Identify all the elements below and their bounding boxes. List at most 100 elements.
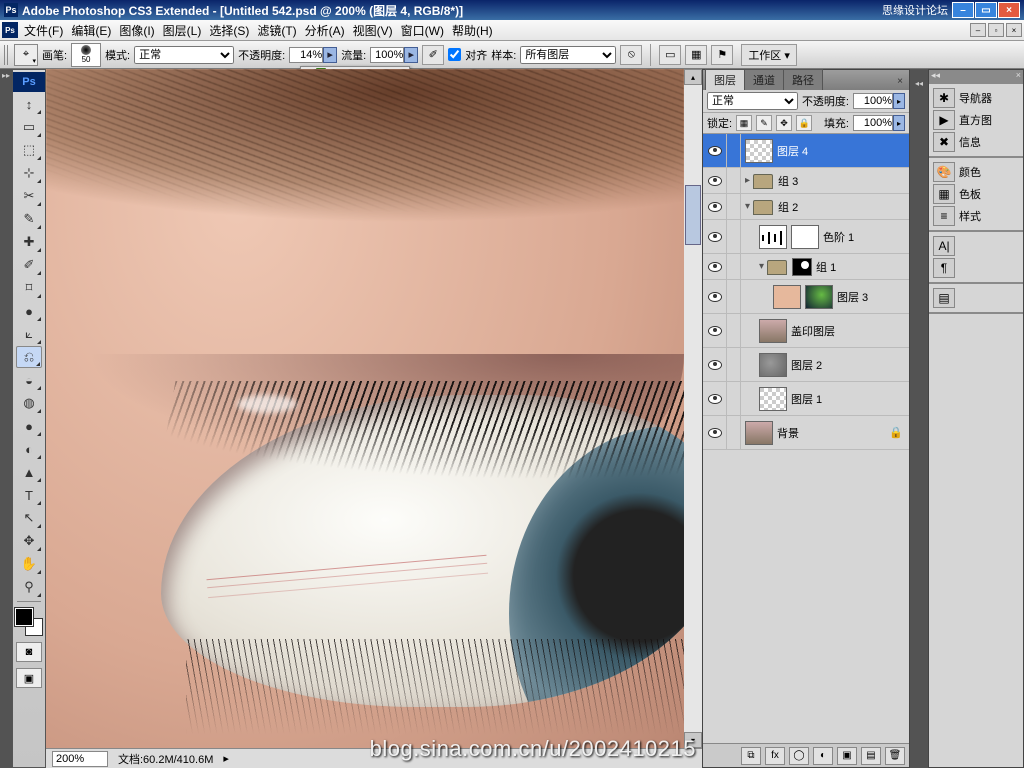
menu-item[interactable]: 选择(S) — [205, 20, 253, 41]
flow-input[interactable] — [370, 47, 404, 63]
layer-blend-select[interactable]: 正常 — [707, 92, 798, 110]
layer-name[interactable]: 背景 — [777, 425, 799, 441]
layer-thumb[interactable] — [759, 319, 787, 343]
foreground-color-swatch[interactable] — [15, 608, 33, 626]
scroll-up-button[interactable]: ▴ — [684, 69, 702, 85]
tool-button[interactable]: ◍ — [16, 392, 42, 414]
layer-row[interactable]: 图层 2 — [703, 348, 909, 382]
layer-mask-button[interactable]: ◯ — [789, 747, 809, 765]
mask-thumb[interactable] — [792, 258, 812, 276]
tool-button[interactable]: ◐ — [16, 438, 42, 460]
mask-thumb[interactable] — [805, 285, 833, 309]
tool-button[interactable]: ✚ — [16, 231, 42, 253]
doc-minimize-button[interactable]: – — [970, 23, 986, 37]
doc-info[interactable]: 文档:60.2M/410.6M — [118, 751, 213, 767]
panel-collapsed-item[interactable]: A| — [933, 236, 1019, 256]
visibility-toggle[interactable] — [703, 254, 727, 279]
tab-channels[interactable]: 通道 — [744, 69, 784, 90]
layer-name[interactable]: 图层 3 — [837, 289, 868, 305]
palette-well-3[interactable]: ⚑ — [711, 45, 733, 65]
tool-button[interactable]: ● — [16, 300, 42, 322]
tool-button[interactable]: ✐ — [16, 254, 42, 276]
layer-row[interactable]: ▸组 3 — [703, 168, 909, 194]
panel-collapsed-item[interactable]: ¶ — [933, 258, 1019, 278]
layer-fx-button[interactable]: fx — [765, 747, 785, 765]
tool-button[interactable]: ▲ — [16, 461, 42, 483]
dock-left-toggle[interactable]: ▸▸ — [0, 69, 12, 768]
visibility-toggle[interactable] — [703, 134, 727, 167]
tool-button[interactable]: ▭ — [16, 116, 42, 138]
visibility-toggle[interactable] — [703, 280, 727, 313]
disclosure-icon[interactable]: ▸ — [745, 175, 750, 186]
ignore-adjust-button[interactable]: ⦸ — [620, 45, 642, 65]
doc-close-button[interactable]: × — [1006, 23, 1022, 37]
menu-item[interactable]: 窗口(W) — [397, 20, 448, 41]
layer-opacity-arrow[interactable]: ▸ — [893, 93, 905, 109]
menu-item[interactable]: 图像(I) — [115, 20, 158, 41]
fill-arrow[interactable]: ▸ — [893, 115, 905, 131]
layer-name[interactable]: 盖印图层 — [791, 323, 835, 339]
layer-name[interactable]: 图层 1 — [791, 391, 822, 407]
tool-button[interactable]: ✥ — [16, 530, 42, 552]
flow-arrow-icon[interactable]: ▸ — [404, 47, 418, 63]
panel-collapsed-item[interactable]: ▶直方图 — [933, 110, 1019, 130]
tool-button[interactable]: ◒ — [16, 369, 42, 391]
tool-button[interactable]: ✋ — [16, 553, 42, 575]
tool-button[interactable]: ↕ — [16, 93, 42, 115]
layer-row[interactable]: 图层 3 — [703, 280, 909, 314]
close-button[interactable]: × — [998, 2, 1020, 18]
color-swatches[interactable] — [15, 608, 43, 636]
tool-button[interactable]: ⊹ — [16, 162, 42, 184]
link-layers-button[interactable]: ⧉ — [741, 747, 761, 765]
visibility-toggle[interactable] — [703, 314, 727, 347]
panel-collapsed-item[interactable]: ✱导航器 — [933, 88, 1019, 108]
tool-button[interactable]: ⚲ — [16, 576, 42, 598]
document-canvas[interactable] — [46, 69, 684, 748]
visibility-toggle[interactable] — [703, 220, 727, 253]
panel-dock-strip[interactable]: ◂◂ — [910, 69, 928, 768]
tool-button[interactable]: ⟀ — [16, 323, 42, 345]
disclosure-icon[interactable]: ▾ — [759, 261, 764, 272]
tool-button[interactable]: T — [16, 484, 42, 506]
layer-thumb[interactable] — [759, 225, 787, 249]
tool-button[interactable]: ⌑ — [16, 277, 42, 299]
palette-well-2[interactable]: ▦ — [685, 45, 707, 65]
brush-preset-picker[interactable]: 50 — [71, 43, 101, 67]
layer-thumb[interactable] — [745, 139, 773, 163]
menu-item[interactable]: 帮助(H) — [448, 20, 497, 41]
visibility-toggle[interactable] — [703, 416, 727, 449]
layer-row[interactable]: ▾组 1 — [703, 254, 909, 280]
mask-thumb[interactable] — [791, 225, 819, 249]
fill-input[interactable] — [853, 115, 893, 131]
layer-thumb[interactable] — [759, 353, 787, 377]
maximize-button[interactable]: ▭ — [975, 2, 997, 18]
panel-collapsed-item[interactable]: 🎨颜色 — [933, 162, 1019, 182]
layer-opacity-input[interactable] — [853, 93, 893, 109]
current-tool-icon[interactable]: ⌖▾ — [14, 44, 38, 66]
layer-row[interactable]: 盖印图层 — [703, 314, 909, 348]
layer-thumb[interactable] — [773, 285, 801, 309]
layer-row[interactable]: 图层 1 — [703, 382, 909, 416]
tool-button[interactable]: ✂ — [16, 185, 42, 207]
menu-item[interactable]: 图层(L) — [159, 20, 206, 41]
layer-thumb[interactable] — [759, 387, 787, 411]
visibility-toggle[interactable] — [703, 194, 727, 219]
layer-name[interactable]: 色阶 1 — [823, 229, 854, 245]
tool-button[interactable]: ⬚ — [16, 139, 42, 161]
layer-row[interactable]: 背景🔒 — [703, 416, 909, 450]
menu-item[interactable]: 文件(F) — [20, 20, 67, 41]
new-layer-button[interactable]: ▤ — [861, 747, 881, 765]
quickmask-button[interactable]: ◙ — [16, 642, 42, 662]
layer-row[interactable]: 图层 4 — [703, 134, 909, 168]
aligned-checkbox[interactable] — [448, 48, 461, 61]
layer-name[interactable]: 图层 4 — [777, 143, 808, 159]
tool-button[interactable]: ✎ — [16, 208, 42, 230]
layer-thumb[interactable] — [745, 421, 773, 445]
layer-row[interactable]: ▾组 2 — [703, 194, 909, 220]
vertical-scrollbar[interactable]: ▴ ▾ — [684, 69, 702, 748]
tool-button[interactable]: ↖ — [16, 507, 42, 529]
menu-item[interactable]: 视图(V) — [349, 20, 397, 41]
visibility-toggle[interactable] — [703, 348, 727, 381]
panel-collapsed-item[interactable]: ▤ — [933, 288, 1019, 308]
tab-layers[interactable]: 图层 — [705, 69, 745, 90]
